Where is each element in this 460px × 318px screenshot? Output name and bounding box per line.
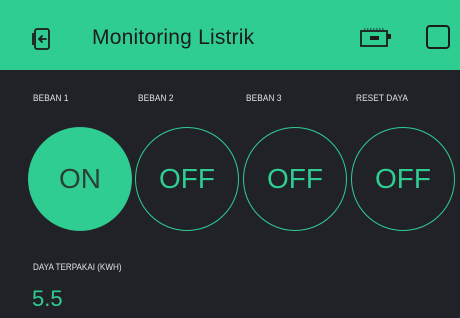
beban-3-button[interactable]: OFF	[243, 127, 347, 231]
daya-terpakai-label: DAYA TERPAKAI (KWH)	[33, 262, 122, 272]
beban-2-label: BEBAN 2	[138, 93, 174, 103]
back-button[interactable]	[28, 25, 56, 53]
beban-1-label: BEBAN 1	[33, 93, 69, 103]
reset-daya-label: RESET DAYA	[356, 93, 409, 103]
square-icon[interactable]	[426, 25, 450, 49]
exit-door-icon	[32, 28, 50, 50]
beban-3-label: BEBAN 3	[246, 93, 282, 103]
beban-2-button[interactable]: OFF	[135, 127, 239, 231]
project-title: Monitoring Listrik	[92, 26, 255, 49]
reset-daya-button[interactable]: OFF	[351, 127, 455, 231]
app-header: Monitoring Listrik	[0, 0, 460, 70]
device-board-icon	[360, 28, 391, 47]
device-button[interactable]	[359, 26, 393, 50]
daya-terpakai-value: 5.5	[32, 286, 63, 311]
beban-1-button[interactable]: ON	[28, 127, 132, 231]
